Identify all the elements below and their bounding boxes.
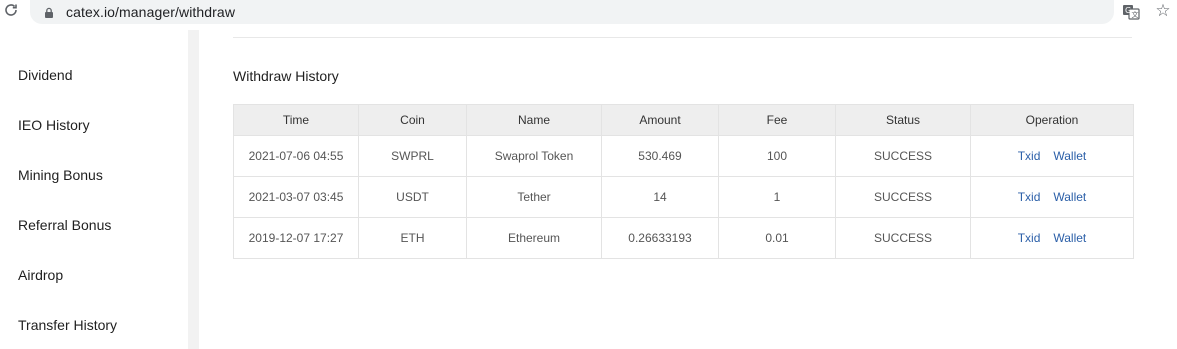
withdraw-history-table: Time Coin Name Amount Fee Status Operati…: [233, 104, 1134, 259]
cell-name: Swaprol Token: [466, 135, 602, 177]
cell-name: Ethereum: [466, 217, 602, 259]
table-row: 2021-07-06 04:55 SWPRL Swaprol Token 530…: [233, 135, 1134, 177]
cell-coin: USDT: [358, 176, 467, 218]
url-text[interactable]: catex.io/manager/withdraw: [66, 4, 235, 20]
table-header-row: Time Coin Name Amount Fee Status Operati…: [233, 104, 1134, 136]
cell-fee: 1: [718, 176, 836, 218]
table-row: 2021-03-07 03:45 USDT Tether 14 1 SUCCES…: [233, 176, 1134, 218]
address-bar[interactable]: catex.io/manager/withdraw: [30, 0, 1114, 24]
svg-text:文: 文: [1132, 10, 1139, 19]
cell-amount: 0.26633193: [601, 217, 719, 259]
cell-coin: ETH: [358, 217, 467, 259]
sidebar-item-dividend[interactable]: Dividend: [18, 67, 72, 83]
cell-status: SUCCESS: [835, 176, 971, 218]
cell-time: 2019-12-07 17:27: [233, 217, 359, 259]
table-row: 2019-12-07 17:27 ETH Ethereum 0.26633193…: [233, 217, 1134, 259]
sidebar-item-airdrop[interactable]: Airdrop: [18, 267, 63, 283]
divider: [233, 37, 1132, 38]
cell-name: Tether: [466, 176, 602, 218]
sidebar: Dividend IEO History Mining Bonus Referr…: [0, 30, 188, 349]
lock-icon[interactable]: [43, 6, 55, 18]
cell-time: 2021-03-07 03:45: [233, 176, 359, 218]
cell-fee: 100: [718, 135, 836, 177]
cell-coin: SWPRL: [358, 135, 467, 177]
txid-link[interactable]: Txid: [1018, 149, 1041, 163]
wallet-link[interactable]: Wallet: [1053, 190, 1086, 204]
cell-operation: Txid Wallet: [970, 217, 1134, 259]
column-header-coin: Coin: [358, 104, 467, 136]
cell-status: SUCCESS: [835, 217, 971, 259]
star-icon[interactable]: ☆: [1153, 1, 1173, 21]
page: Dividend IEO History Mining Bonus Referr…: [0, 24, 1177, 349]
txid-link[interactable]: Txid: [1018, 231, 1041, 245]
column-header-time: Time: [233, 104, 359, 136]
cell-operation: Txid Wallet: [970, 135, 1134, 177]
cell-amount: 530.469: [601, 135, 719, 177]
sidebar-item-referral-bonus[interactable]: Referral Bonus: [18, 217, 111, 233]
cell-amount: 14: [601, 176, 719, 218]
cell-operation: Txid Wallet: [970, 176, 1134, 218]
wallet-link[interactable]: Wallet: [1053, 149, 1086, 163]
txid-link[interactable]: Txid: [1018, 190, 1041, 204]
column-header-name: Name: [466, 104, 602, 136]
sidebar-item-ieo-history[interactable]: IEO History: [18, 117, 90, 133]
sidebar-item-mining-bonus[interactable]: Mining Bonus: [18, 167, 103, 183]
column-header-operation: Operation: [970, 104, 1134, 136]
main-content: Withdraw History Time Coin Name Amount F…: [199, 24, 1177, 349]
cell-time: 2021-07-06 04:55: [233, 135, 359, 177]
translate-icon[interactable]: G 文: [1122, 3, 1140, 21]
page-title: Withdraw History: [233, 68, 339, 84]
column-header-fee: Fee: [718, 104, 836, 136]
cell-fee: 0.01: [718, 217, 836, 259]
browser-toolbar: catex.io/manager/withdraw G 文 ☆: [0, 0, 1177, 24]
column-header-status: Status: [835, 104, 971, 136]
cell-status: SUCCESS: [835, 135, 971, 177]
sidebar-divider: [188, 30, 199, 349]
sidebar-item-transfer-history[interactable]: Transfer History: [18, 317, 117, 333]
wallet-link[interactable]: Wallet: [1053, 231, 1086, 245]
svg-text:G: G: [1125, 6, 1131, 15]
column-header-amount: Amount: [601, 104, 719, 136]
reload-icon[interactable]: [2, 2, 20, 20]
